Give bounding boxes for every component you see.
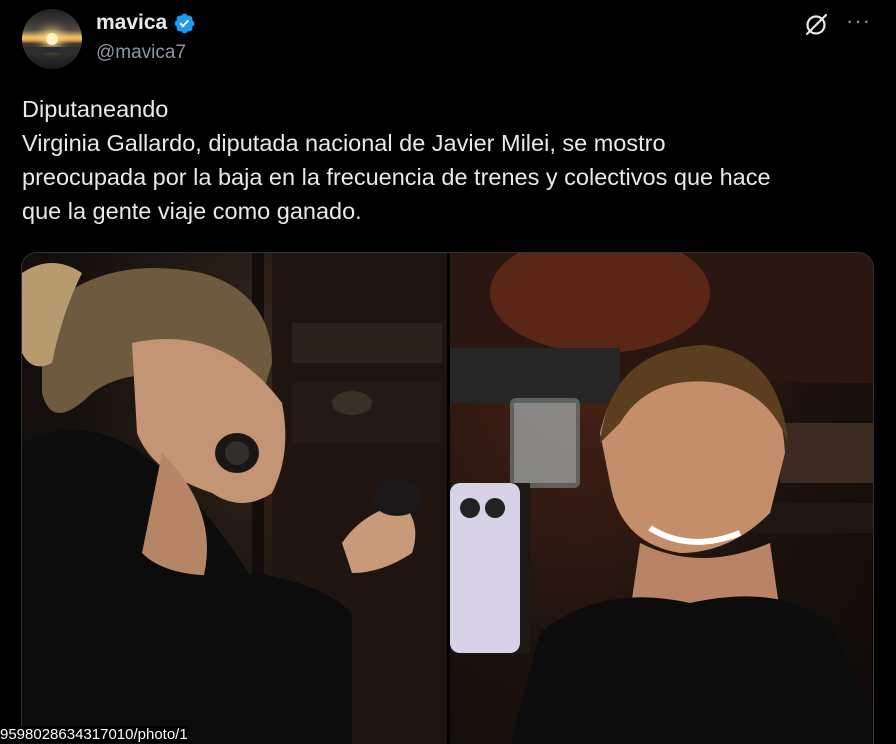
tweet-text-line: Diputaneando (22, 96, 169, 122)
tweet-text-line: preocupada por la baja en la frecuencia … (22, 164, 771, 190)
author-handle[interactable]: @mavica7 (96, 42, 186, 64)
tweet-text-line: Virginia Gallardo, diputada nacional de … (22, 130, 666, 156)
grok-icon[interactable] (803, 12, 829, 38)
photo-2-illustration (450, 253, 873, 744)
author-avatar[interactable] (22, 9, 82, 69)
tweet-photo-1[interactable] (22, 253, 447, 744)
tweet-text-line: que la gente viaje como ganado. (22, 198, 362, 224)
sunset-horizon (22, 47, 82, 53)
verified-badge-icon (174, 13, 195, 33)
author-name-row: mavica (96, 11, 196, 35)
author-display-name[interactable]: mavica (96, 11, 167, 35)
photo-1-illustration (22, 253, 447, 744)
status-url: 9598028634317010/photo/1 (0, 726, 188, 743)
tweet-photo-2[interactable] (450, 253, 873, 744)
more-options-icon[interactable]: ··· (846, 10, 871, 32)
sunset-sun (46, 33, 58, 45)
tweet-media-grid (21, 252, 874, 744)
tweet-text: Diputaneando Virginia Gallardo, diputada… (22, 92, 872, 228)
